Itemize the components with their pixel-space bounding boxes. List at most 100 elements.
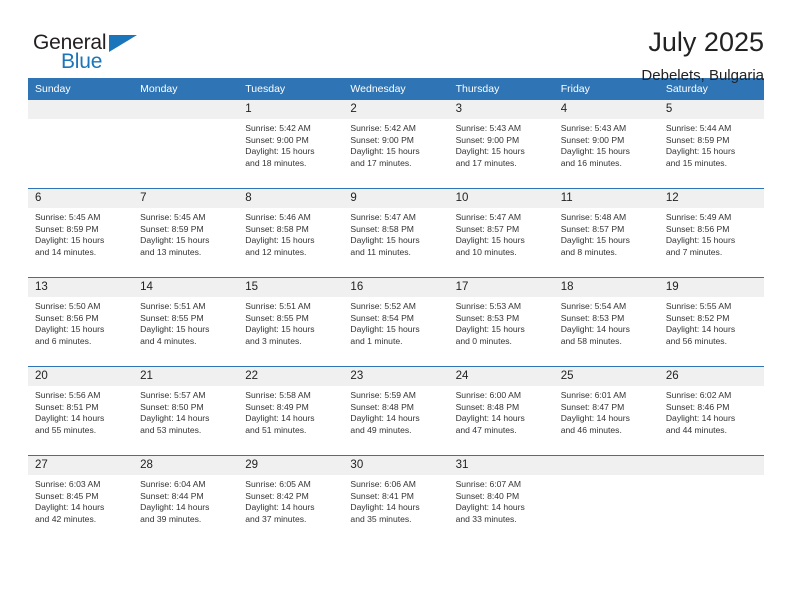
calendar-day-cell[interactable]: 28 Sunrise: 6:04 AM Sunset: 8:44 PM Dayligh… — [133, 455, 239, 544]
day-number — [658, 456, 764, 475]
day-details: Sunrise: 5:58 AM Sunset: 8:49 PM Daylight:… — [238, 386, 343, 436]
detail-daylight-2: and 13 minutes. — [140, 246, 202, 257]
detail-daylight-2: and 35 minutes. — [350, 513, 412, 524]
day-details: Sunrise: 6:00 AM Sunset: 8:48 PM Daylight:… — [449, 386, 554, 436]
detail-daylight-2: and 11 minutes. — [350, 246, 411, 257]
calendar-cell-inner: 14 Sunrise: 5:51 AM Sunset: 8:55 PM Dayligh… — [133, 278, 239, 366]
calendar-body: 1 Sunrise: 5:42 AM Sunset: 9:00 PM Daylight… — [28, 100, 764, 544]
detail-daylight-1: Daylight: 15 hours — [665, 235, 736, 246]
day-number: 30 — [343, 456, 449, 475]
detail-sunrise: Sunrise: 5:55 AM — [665, 301, 732, 311]
day-details: Sunrise: 5:55 AM Sunset: 8:52 PM Daylight:… — [659, 297, 764, 347]
detail-daylight-1: Daylight: 15 hours — [665, 146, 736, 157]
calendar-day-cell[interactable]: 10 Sunrise: 5:47 AM Sunset: 8:57 PM Dayligh… — [448, 188, 554, 278]
day-details: Sunrise: 5:49 AM Sunset: 8:56 PM Daylight:… — [659, 208, 764, 258]
day-number: 19 — [658, 278, 764, 297]
calendar-day-cell[interactable]: 15 Sunrise: 5:51 AM Sunset: 8:55 PM Dayligh… — [238, 277, 344, 367]
calendar-cell-inner: 17 Sunrise: 5:53 AM Sunset: 8:53 PM Dayligh… — [448, 278, 554, 366]
detail-daylight-2: and 8 minutes. — [560, 246, 618, 257]
calendar-day-cell[interactable]: 17 Sunrise: 5:53 AM Sunset: 8:53 PM Dayligh… — [448, 277, 554, 367]
detail-daylight-1: Daylight: 15 hours — [245, 235, 315, 246]
detail-sunrise: Sunrise: 5:45 AM — [35, 212, 101, 222]
calendar-day-cell[interactable]: 26 Sunrise: 6:02 AM Sunset: 8:46 PM Dayligh… — [658, 366, 764, 456]
day-details: Sunrise: 5:45 AM Sunset: 8:59 PM Daylight:… — [28, 208, 133, 258]
calendar-cell-inner: 21 Sunrise: 5:57 AM Sunset: 8:50 PM Dayligh… — [133, 367, 239, 455]
day-details: Sunrise: 5:42 AM Sunset: 9:00 PM Daylight:… — [238, 119, 343, 169]
detail-sunset: Sunset: 8:59 PM — [140, 223, 204, 234]
calendar-day-cell[interactable]: 30 Sunrise: 6:06 AM Sunset: 8:41 PM Dayligh… — [343, 455, 449, 544]
detail-sunrise: Sunrise: 5:53 AM — [455, 301, 522, 311]
calendar-cell-inner: 22 Sunrise: 5:58 AM Sunset: 8:49 PM Dayligh… — [238, 367, 344, 455]
general-blue-logo[interactable]: General Blue — [28, 28, 148, 78]
day-details: Sunrise: 6:03 AM Sunset: 8:45 PM Daylight:… — [28, 475, 133, 525]
calendar-day-cell[interactable]: 7 Sunrise: 5:45 AM Sunset: 8:59 PM Daylight… — [133, 188, 239, 278]
calendar-day-cell[interactable]: 25 Sunrise: 6:01 AM Sunset: 8:47 PM Dayligh… — [553, 366, 659, 456]
day-number: 1 — [238, 100, 344, 119]
calendar-day-cell[interactable]: 22 Sunrise: 5:58 AM Sunset: 8:49 PM Dayligh… — [238, 366, 344, 456]
calendar-day-cell[interactable]: 23 Sunrise: 5:59 AM Sunset: 8:48 PM Dayligh… — [343, 366, 449, 456]
day-details: Sunrise: 5:51 AM Sunset: 8:55 PM Daylight:… — [133, 297, 238, 347]
title-block: July 2025 Debelets, Bulgaria — [641, 27, 764, 85]
day-number: 17 — [448, 278, 554, 297]
detail-daylight-2: and 51 minutes. — [245, 424, 307, 435]
calendar-cell-inner: 16 Sunrise: 5:52 AM Sunset: 8:54 PM Dayligh… — [343, 278, 449, 366]
triangle-icon — [109, 35, 137, 52]
calendar-day-cell[interactable]: 5 Sunrise: 5:44 AM Sunset: 8:59 PM Daylight… — [658, 100, 764, 189]
weekday-header-thursday: Thursday — [448, 78, 554, 100]
detail-sunset: Sunset: 8:53 PM — [455, 312, 520, 323]
day-number: 11 — [553, 189, 659, 208]
calendar-day-cell[interactable]: 1 Sunrise: 5:42 AM Sunset: 9:00 PM Daylight… — [238, 100, 344, 189]
calendar-day-cell[interactable]: 4 Sunrise: 5:43 AM Sunset: 9:00 PM Daylight… — [553, 100, 659, 189]
detail-sunrise: Sunrise: 5:44 AM — [665, 123, 732, 133]
day-number: 23 — [343, 367, 449, 386]
detail-sunrise: Sunrise: 5:57 AM — [140, 390, 206, 400]
calendar-day-cell[interactable]: 24 Sunrise: 6:00 AM Sunset: 8:48 PM Dayligh… — [448, 366, 554, 456]
calendar-day-cell[interactable]: 14 Sunrise: 5:51 AM Sunset: 8:55 PM Dayligh… — [133, 277, 239, 367]
calendar-cell-inner: 15 Sunrise: 5:51 AM Sunset: 8:55 PM Dayligh… — [238, 278, 344, 366]
detail-daylight-1: Daylight: 14 hours — [665, 413, 736, 424]
detail-sunset: Sunset: 8:53 PM — [560, 312, 625, 323]
weekday-header-tuesday: Tuesday — [238, 78, 344, 100]
calendar-day-cell[interactable]: 13 Sunrise: 5:50 AM Sunset: 8:56 PM Dayligh… — [28, 277, 134, 367]
day-number: 4 — [553, 100, 659, 119]
detail-sunset: Sunset: 8:54 PM — [350, 312, 414, 323]
day-number: 12 — [658, 189, 764, 208]
detail-sunrise: Sunrise: 6:03 AM — [35, 479, 101, 489]
detail-daylight-1: Daylight: 14 hours — [455, 413, 525, 424]
day-number: 10 — [448, 189, 554, 208]
calendar-day-cell[interactable]: 6 Sunrise: 5:45 AM Sunset: 8:59 PM Daylight… — [28, 188, 134, 278]
calendar-day-cell[interactable]: 8 Sunrise: 5:46 AM Sunset: 8:58 PM Daylight… — [238, 188, 344, 278]
calendar-day-cell[interactable]: 21 Sunrise: 5:57 AM Sunset: 8:50 PM Dayligh… — [133, 366, 239, 456]
day-details: Sunrise: 5:43 AM Sunset: 9:00 PM Daylight:… — [554, 119, 659, 169]
calendar-day-cell[interactable]: 31 Sunrise: 6:07 AM Sunset: 8:40 PM Dayligh… — [448, 455, 554, 544]
detail-daylight-1: Daylight: 15 hours — [350, 235, 420, 246]
day-details: Sunrise: 5:53 AM Sunset: 8:53 PM Daylight:… — [449, 297, 554, 347]
calendar-day-cell[interactable]: 20 Sunrise: 5:56 AM Sunset: 8:51 PM Dayligh… — [28, 366, 134, 456]
calendar-cell-inner: 24 Sunrise: 6:00 AM Sunset: 8:48 PM Dayligh… — [448, 367, 554, 455]
detail-daylight-2: and 53 minutes. — [140, 424, 202, 435]
day-number: 7 — [133, 189, 239, 208]
day-details: Sunrise: 5:48 AM Sunset: 8:57 PM Daylight:… — [554, 208, 659, 258]
calendar-day-cell[interactable]: 27 Sunrise: 6:03 AM Sunset: 8:45 PM Dayligh… — [28, 455, 134, 544]
calendar-day-cell[interactable]: 3 Sunrise: 5:43 AM Sunset: 9:00 PM Daylight… — [448, 100, 554, 189]
calendar-day-cell[interactable]: 2 Sunrise: 5:42 AM Sunset: 9:00 PM Daylight… — [343, 100, 449, 189]
day-details: Sunrise: 5:56 AM Sunset: 8:51 PM Daylight:… — [28, 386, 133, 436]
calendar-cell-inner: 5 Sunrise: 5:44 AM Sunset: 8:59 PM Daylight… — [658, 100, 764, 188]
detail-daylight-1: Daylight: 15 hours — [35, 324, 105, 335]
calendar-day-cell[interactable]: 9 Sunrise: 5:47 AM Sunset: 8:58 PM Daylight… — [343, 188, 449, 278]
detail-sunset: Sunset: 8:56 PM — [665, 223, 730, 234]
calendar-day-cell[interactable]: 12 Sunrise: 5:49 AM Sunset: 8:56 PM Dayligh… — [658, 188, 764, 278]
calendar-day-cell[interactable]: 18 Sunrise: 5:54 AM Sunset: 8:53 PM Dayligh… — [553, 277, 659, 367]
detail-daylight-2: and 3 minutes. — [245, 335, 302, 346]
calendar-day-cell[interactable]: 16 Sunrise: 5:52 AM Sunset: 8:54 PM Dayligh… — [343, 277, 449, 367]
day-details: Sunrise: 6:04 AM Sunset: 8:44 PM Daylight:… — [133, 475, 238, 525]
detail-sunset: Sunset: 8:52 PM — [665, 312, 730, 323]
calendar-cell-empty — [28, 100, 134, 189]
calendar-day-cell[interactable]: 11 Sunrise: 5:48 AM Sunset: 8:57 PM Dayligh… — [553, 188, 659, 278]
day-details: Sunrise: 6:01 AM Sunset: 8:47 PM Daylight:… — [554, 386, 659, 436]
calendar-day-cell[interactable]: 19 Sunrise: 5:55 AM Sunset: 8:52 PM Dayligh… — [658, 277, 764, 367]
detail-daylight-2: and 42 minutes. — [35, 513, 97, 524]
calendar-day-cell[interactable]: 29 Sunrise: 6:05 AM Sunset: 8:42 PM Dayligh… — [238, 455, 344, 544]
calendar-week-row: 6 Sunrise: 5:45 AM Sunset: 8:59 PM Daylight… — [28, 188, 764, 278]
page-title: July 2025 — [648, 27, 764, 57]
